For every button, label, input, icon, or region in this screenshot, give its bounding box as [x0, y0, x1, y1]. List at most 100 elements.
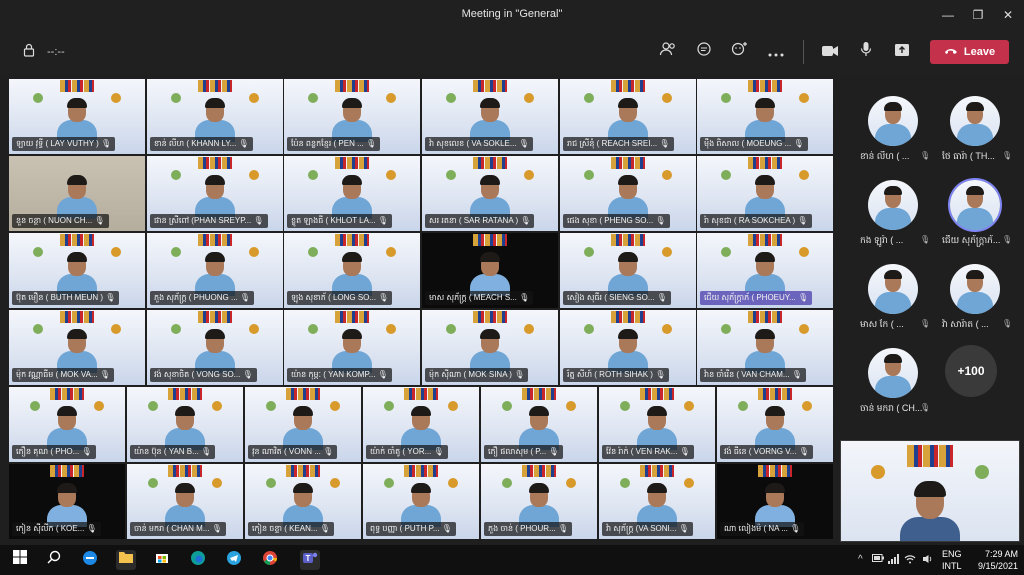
search-icon[interactable]: [44, 550, 64, 570]
chrome-icon[interactable]: [260, 550, 280, 570]
participant-tile[interactable]: វ៉ា សុភ័ក្ត្រ (VA SONI... 🎙: [598, 463, 716, 540]
reactions-icon[interactable]: [729, 41, 751, 63]
system-clock[interactable]: 7:29 AM 9/15/2021: [972, 548, 1018, 572]
flags-banner: [640, 388, 674, 400]
participant-tile[interactable]: ប៊ុត មឿន ( BUTH MEUN ) 🎙: [8, 232, 146, 309]
participant-tile[interactable]: ខ្លូត ឡាងធី ( KHLOT LA... 🎙: [283, 155, 421, 232]
participant-tile[interactable]: ម៉ុក វណ្ណាធីម ( MOK VA... 🎙: [8, 309, 146, 386]
more-participants-button[interactable]: +100: [945, 345, 997, 397]
emblem-logo: [171, 169, 182, 180]
maximize-button[interactable]: ❐: [964, 4, 992, 26]
windows-taskbar: T ^ ENG INTL 7:29 AM 9/15/2021: [0, 545, 1024, 575]
flags-banner: [758, 465, 792, 477]
store-icon[interactable]: [152, 550, 172, 570]
participant-tile[interactable]: ពុទ្ធ បញ្ញា ( PUTH P... 🎙: [362, 463, 480, 540]
participant-tile[interactable]: ប៉ែន ពន្លកខ្មែរ ( PEN ... 🎙: [283, 78, 421, 155]
emblem-logo: [619, 477, 630, 488]
participant-tile[interactable]: ជើយ សុភ័ក្ត្រាភ័ ( PHOEUY... 🎙: [696, 232, 834, 309]
wifi-icon[interactable]: [904, 554, 916, 567]
participant-video: [745, 252, 785, 296]
people-icon[interactable]: [657, 41, 679, 63]
share-screen-icon[interactable]: [891, 41, 913, 63]
side-participant[interactable]: ជើយ សុភ័ក្ត្រាភ័... 🎙: [930, 178, 1012, 258]
participant-tile[interactable]: រ័ត្ន សីហ៍ ( ROTH SIHAK ) 🎙: [559, 309, 697, 386]
participant-tile[interactable]: ភឿ ផលាសុម ( P... 🎙: [480, 386, 598, 463]
emblem-logo: [446, 169, 457, 180]
participant-tile[interactable]: យ៉ាក់ ចាំតូ ( YOR... 🎙: [362, 386, 480, 463]
teams-icon[interactable]: T: [300, 550, 320, 570]
participant-tile[interactable]: វ៉ា សុខលេខ ( VA SOKLE... 🎙: [421, 78, 559, 155]
edge-icon[interactable]: [188, 550, 208, 570]
flags-banner: [748, 234, 782, 246]
participant-tile[interactable]: ខាន់ លីហ ( KHANN LY... 🎙: [146, 78, 284, 155]
emblem-logo: [446, 323, 457, 334]
self-video-preview[interactable]: [840, 440, 1020, 542]
side-participant[interactable]: ថៃ ធារ៉ា ( TH... 🎙: [930, 94, 1012, 174]
file-explorer-icon[interactable]: [116, 550, 136, 570]
participant-name-label: កៀន ចន្ទា ( KEAN... 🎙: [248, 522, 334, 536]
participant-tile[interactable]: ណា លៀងម៉ ( NA ... 🎙: [716, 463, 834, 540]
side-participant[interactable]: កង ឡូរ៉ា ( ... 🎙: [848, 178, 930, 258]
participant-tile[interactable]: ភួង ចាន់ ( PHOUR... 🎙: [480, 463, 598, 540]
participant-tile[interactable]: រ៉ា សុខជា ( RA SOKCHEA ) 🎙: [696, 155, 834, 232]
emblem-logo: [29, 400, 40, 411]
participant-tile[interactable]: កៀន ស៊ីលីក ( KOE... 🎙: [8, 463, 126, 540]
participant-tile[interactable]: រាជ ស្រីនុំ ( REACH SREI... 🎙: [559, 78, 697, 155]
participant-tile[interactable]: ម៉ឹង ពិសាល ( MOEUNG ... 🎙: [696, 78, 834, 155]
chat-icon[interactable]: [693, 41, 715, 63]
mic-muted-icon: 🎙: [920, 319, 931, 328]
participant-tile[interactable]: កៀន ចន្ទា ( KEAN... 🎙: [244, 463, 362, 540]
side-participant[interactable]: មាស កែ ( ... 🎙: [848, 262, 931, 342]
participant-name-label: វ៉ាន ចាំរើន ( VAN CHAM... 🎙: [700, 368, 806, 382]
minimize-button[interactable]: —: [934, 4, 962, 26]
participant-video: [755, 406, 795, 450]
participant-tile[interactable]: ម៉ុក ស៊ីណា ( MOK SINA ) 🎙: [421, 309, 559, 386]
participant-tile[interactable]: យ៉ាន កុម្ភៈ ( YAN KOMP... 🎙: [283, 309, 421, 386]
participant-video: [755, 483, 795, 527]
tray-chevron-icon[interactable]: ^: [858, 554, 863, 565]
side-participant[interactable]: ចាន់ មករា ( CH... 🎙: [848, 346, 930, 426]
telegram-icon[interactable]: [224, 550, 244, 570]
mic-icon[interactable]: [855, 41, 877, 63]
participant-name-label: ប៉ែន ពន្លកខ្មែរ ( PEN ... 🎙: [287, 137, 381, 151]
edge-legacy-icon[interactable]: [80, 550, 100, 570]
participant-tile[interactable]: វ៉ែន រ៉ាក់ ( VEN RAK... 🎙: [598, 386, 716, 463]
side-participant[interactable]: វ៉ា សារ៉ាត ( ... 🎙: [930, 262, 1012, 342]
network-icon[interactable]: [888, 554, 900, 567]
emblem-logo: [33, 323, 44, 334]
participant-video: [47, 406, 87, 450]
participant-tile[interactable]: សៀង សុធីរ ( SIENG SO... 🎙: [559, 232, 697, 309]
side-participant[interactable]: ខាន់ លីហ ( ... 🎙: [848, 94, 930, 174]
participant-tile[interactable]: ផាន ស្រីពៅ (PHAN SREYP... 🎙: [146, 155, 284, 232]
participant-tile[interactable]: ឡាយ វុទ្ធី ( LAY VUTHY ) 🎙: [8, 78, 146, 155]
participant-tile[interactable]: ចាន់ មករា ( CHAN M... 🎙: [126, 463, 244, 540]
flags-banner: [473, 234, 507, 246]
participant-tile[interactable]: យ៉ាន ប៊ុន ( YAN B... 🎙: [126, 386, 244, 463]
participant-tile[interactable]: វ៉ាន ចាំរើន ( VAN CHAM... 🎙: [696, 309, 834, 386]
participant-tile[interactable]: មាស សុភ័ក្ត្រ ( MEACH S... 🎙: [421, 232, 559, 309]
more-options-icon[interactable]: [765, 41, 787, 63]
clock-date: 9/15/2021: [977, 561, 1018, 571]
participant-tile[interactable]: វង់ ធីនេ ( VORNG V... 🎙: [716, 386, 834, 463]
participant-tile[interactable]: នួន ចន្ថា ( NUON CH... 🎙: [8, 155, 146, 232]
battery-icon[interactable]: [872, 554, 884, 565]
windows-start-icon[interactable]: [10, 550, 30, 570]
camera-icon[interactable]: [819, 41, 841, 63]
participant-tile[interactable]: សរ រតនា ( SAR RATANA ) 🎙: [421, 155, 559, 232]
participant-tile[interactable]: ភឿន គុណ ( PHO... 🎙: [8, 386, 126, 463]
participant-tile[interactable]: ភួង សុភ័ក្ត្រ ( PHUONG ... 🎙: [146, 232, 284, 309]
participant-tile[interactable]: ផេង សុខា ( PHENG SO... 🎙: [559, 155, 697, 232]
participant-name-label: ម៉ុក ស៊ីណា ( MOK SINA ) 🎙: [425, 368, 529, 382]
flags-banner: [168, 388, 202, 400]
volume-icon[interactable]: [922, 554, 934, 567]
emblem-logo: [661, 323, 672, 334]
participant-video: [470, 175, 510, 219]
input-language-indicator[interactable]: ENG INTL: [942, 548, 962, 572]
participant-tile[interactable]: វុន ណាវិត ( VONN ... 🎙: [244, 386, 362, 463]
flags-banner: [404, 388, 438, 400]
flags-banner: [473, 80, 507, 92]
participant-tile[interactable]: ឡុង សុខាភ័ ( LONG SO... 🎙: [283, 232, 421, 309]
leave-button[interactable]: Leave: [930, 40, 1009, 64]
close-window-button[interactable]: ✕: [994, 4, 1022, 26]
participant-tile[interactable]: វង់ សុខាចិត ( VONG SO... 🎙: [146, 309, 284, 386]
